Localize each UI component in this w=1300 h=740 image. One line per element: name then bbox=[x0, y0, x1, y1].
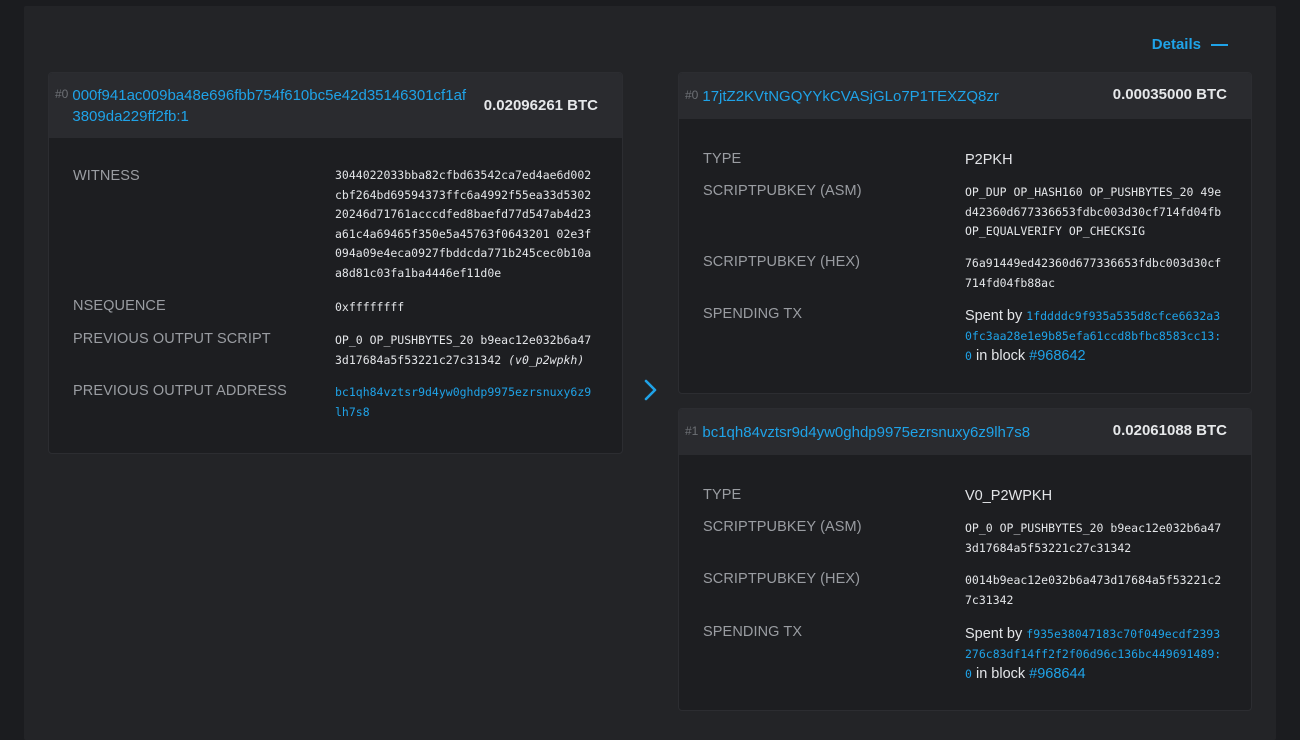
type-label: TYPE bbox=[703, 487, 742, 503]
output-header-0: #0 17jtZ2KVtNGQYYkCVASjGLo7P1TEXZQ8zr 0.… bbox=[679, 73, 1251, 119]
type-row: TYPE P2PKH bbox=[703, 151, 1227, 183]
spending-value: Spent by 1fddddc9f935a535d8cfce6632a30fc… bbox=[965, 306, 1227, 366]
witness-label: WITNESS bbox=[73, 168, 140, 184]
asm-label: SCRIPTPUBKEY (ASM) bbox=[703, 519, 862, 535]
input-card: #0 000f941ac009ba48e696fbb754f610bc5e42d… bbox=[48, 72, 623, 454]
output-address-link-1[interactable]: bc1qh84vztsr9d4yw0ghdp9975ezrsnuxy6z9lh7… bbox=[702, 422, 1030, 443]
spending-label: SPENDING TX bbox=[703, 624, 803, 640]
output-index-0: #0 bbox=[685, 88, 699, 102]
type-row: TYPE V0_P2WPKH bbox=[703, 487, 1227, 519]
prev-address-label: PREVIOUS OUTPUT ADDRESS bbox=[73, 383, 287, 399]
hex-value: 76a91449ed42360d677336653fdbc003d30cf714… bbox=[965, 256, 1222, 290]
input-amount: 0.02096261 BTC bbox=[483, 97, 598, 114]
type-value: P2PKH bbox=[965, 152, 1013, 168]
output-card-1: #1 bc1qh84vztsr9d4yw0ghdp9975ezrsnuxy6z9… bbox=[678, 408, 1252, 711]
output-amount-0: 0.00035000 BTC bbox=[1112, 86, 1227, 103]
output-address-link-0[interactable]: 17jtZ2KVtNGQYYkCVASjGLo7P1TEXZQ8zr bbox=[702, 86, 999, 107]
prev-address-link[interactable]: bc1qh84vztsr9d4yw0ghdp9975ezrsnuxy6z9lh7… bbox=[335, 385, 591, 419]
input-txid-link[interactable]: 000f941ac009ba48e696fbb754f610bc5e42d351… bbox=[72, 85, 472, 127]
prev-script-type: (v0_p2wpkh) bbox=[508, 352, 585, 367]
spending-row: SPENDING TX Spent by 1fddddc9f935a535d8c… bbox=[703, 306, 1227, 366]
spent-by-text: Spent by bbox=[965, 626, 1023, 642]
nsequence-label: NSEQUENCE bbox=[73, 298, 166, 314]
hex-label: SCRIPTPUBKEY (HEX) bbox=[703, 254, 861, 270]
asm-value: OP_DUP OP_HASH160 OP_PUSHBYTES_20 49ed42… bbox=[965, 185, 1222, 238]
hex-label: SCRIPTPUBKEY (HEX) bbox=[703, 571, 861, 587]
witness-value: 3044022033bba82cfbd63542ca7ed4ae6d002cbf… bbox=[335, 168, 592, 280]
prev-script-label: PREVIOUS OUTPUT SCRIPT bbox=[73, 331, 271, 347]
chevron-right-icon[interactable] bbox=[640, 378, 662, 402]
prev-script-value-wrap: OP_0 OP_PUSHBYTES_20 b9eac12e032b6a473d1… bbox=[335, 331, 598, 383]
type-value: V0_P2WPKH bbox=[965, 488, 1053, 504]
nsequence-row: NSEQUENCE 0xffffffff bbox=[73, 298, 598, 331]
spent-by-text: Spent by bbox=[965, 308, 1023, 324]
hex-row: SCRIPTPUBKEY (HEX) 76a91449ed42360d67733… bbox=[703, 254, 1227, 306]
collapse-dash-icon[interactable] bbox=[1211, 43, 1228, 46]
asm-row: SCRIPTPUBKEY (ASM) OP_0 OP_PUSHBYTES_20 … bbox=[703, 519, 1227, 571]
asm-label: SCRIPTPUBKEY (ASM) bbox=[703, 183, 862, 199]
type-label: TYPE bbox=[703, 151, 742, 167]
input-header: #0 000f941ac009ba48e696fbb754f610bc5e42d… bbox=[49, 73, 622, 138]
output-details-0: TYPE P2PKH SCRIPTPUBKEY (ASM) OP_DUP OP_… bbox=[679, 119, 1251, 366]
in-block-text: in block bbox=[975, 666, 1026, 682]
prev-script-row: PREVIOUS OUTPUT SCRIPT OP_0 OP_PUSHBYTES… bbox=[73, 331, 598, 383]
in-block-text: in block bbox=[975, 348, 1026, 364]
output-header-1: #1 bc1qh84vztsr9d4yw0ghdp9975ezrsnuxy6z9… bbox=[679, 409, 1251, 455]
output-index-1: #1 bbox=[685, 424, 699, 438]
output-details-1: TYPE V0_P2WPKH SCRIPTPUBKEY (ASM) OP_0 O… bbox=[679, 455, 1251, 684]
block-link[interactable]: #968642 bbox=[1029, 348, 1085, 364]
hex-value: 0014b9eac12e032b6a473d17684a5f53221c27c3… bbox=[965, 573, 1222, 607]
spending-value: Spent by f935e38047183c70f049ecdf2393276… bbox=[965, 624, 1227, 684]
asm-row: SCRIPTPUBKEY (ASM) OP_DUP OP_HASH160 OP_… bbox=[703, 183, 1227, 254]
spending-label: SPENDING TX bbox=[703, 306, 803, 322]
output-card-0: #0 17jtZ2KVtNGQYYkCVASjGLo7P1TEXZQ8zr 0.… bbox=[678, 72, 1252, 394]
block-link[interactable]: #968644 bbox=[1029, 666, 1085, 682]
details-toggle[interactable]: Details bbox=[1152, 36, 1228, 53]
hex-row: SCRIPTPUBKEY (HEX) 0014b9eac12e032b6a473… bbox=[703, 571, 1227, 624]
input-index: #0 bbox=[55, 87, 69, 101]
nsequence-value: 0xffffffff bbox=[335, 300, 405, 314]
witness-row: WITNESS 3044022033bba82cfbd63542ca7ed4ae… bbox=[73, 168, 598, 298]
output-amount-1: 0.02061088 BTC bbox=[1112, 422, 1227, 439]
spending-row: SPENDING TX Spent by f935e38047183c70f04… bbox=[703, 624, 1227, 684]
asm-value: OP_0 OP_PUSHBYTES_20 b9eac12e032b6a473d1… bbox=[965, 521, 1222, 555]
prev-address-row: PREVIOUS OUTPUT ADDRESS bc1qh84vztsr9d4y… bbox=[73, 383, 598, 422]
input-details: WITNESS 3044022033bba82cfbd63542ca7ed4ae… bbox=[49, 138, 622, 422]
details-label[interactable]: Details bbox=[1152, 36, 1201, 53]
